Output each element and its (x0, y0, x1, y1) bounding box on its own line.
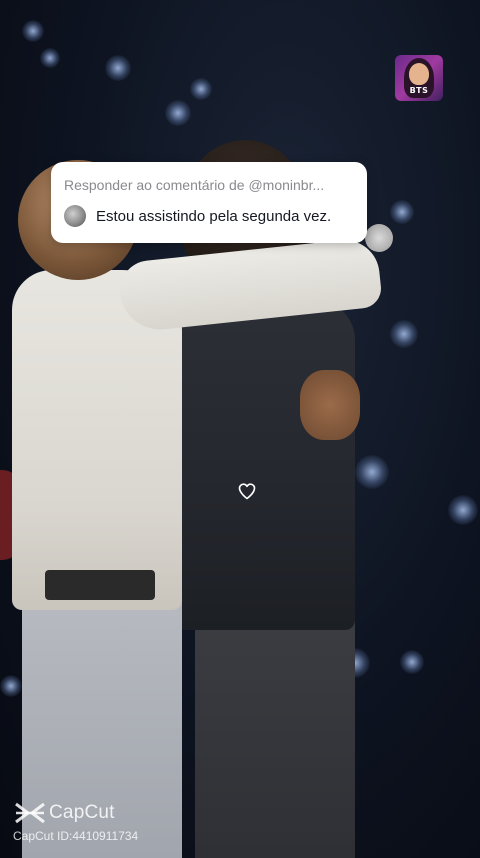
reply-comment-card[interactable]: Responder ao comentário de @moninbr... E… (51, 162, 367, 243)
avatar-face (409, 63, 429, 85)
heart-outline-icon[interactable] (237, 481, 257, 501)
capcut-logo-icon (15, 802, 45, 824)
stage-light (390, 200, 414, 224)
comment-user-avatar (64, 205, 86, 227)
video-frame[interactable]: BTS Responder ao comentário de @moninbr.… (0, 0, 480, 858)
reply-comment-row: Estou assistindo pela segunda vez. (64, 205, 354, 227)
avatar-badge-text: BTS (409, 86, 429, 95)
capcut-watermark: CapCut (14, 801, 115, 825)
stage-light (390, 320, 418, 348)
stage-light (355, 455, 389, 489)
hand (300, 370, 360, 440)
right-figure-legs (195, 610, 355, 858)
capcut-brand-text: CapCut (49, 802, 115, 823)
stage-light (448, 495, 478, 525)
reply-comment-text: Estou assistindo pela segunda vez. (96, 207, 332, 225)
stage-light (165, 100, 191, 126)
stage-light (22, 20, 44, 42)
stage-light (190, 78, 212, 100)
belt (45, 570, 155, 600)
microphone (365, 224, 393, 252)
stage-light (40, 48, 60, 68)
capcut-id-text: CapCut ID:4410911734 (13, 829, 139, 843)
stage-light (105, 55, 131, 81)
stage-light (400, 650, 424, 674)
stage-light (0, 675, 22, 697)
reply-title: Responder ao comentário de @moninbr... (64, 177, 325, 193)
creator-avatar[interactable]: BTS (395, 55, 443, 101)
right-figure-body (175, 300, 355, 630)
